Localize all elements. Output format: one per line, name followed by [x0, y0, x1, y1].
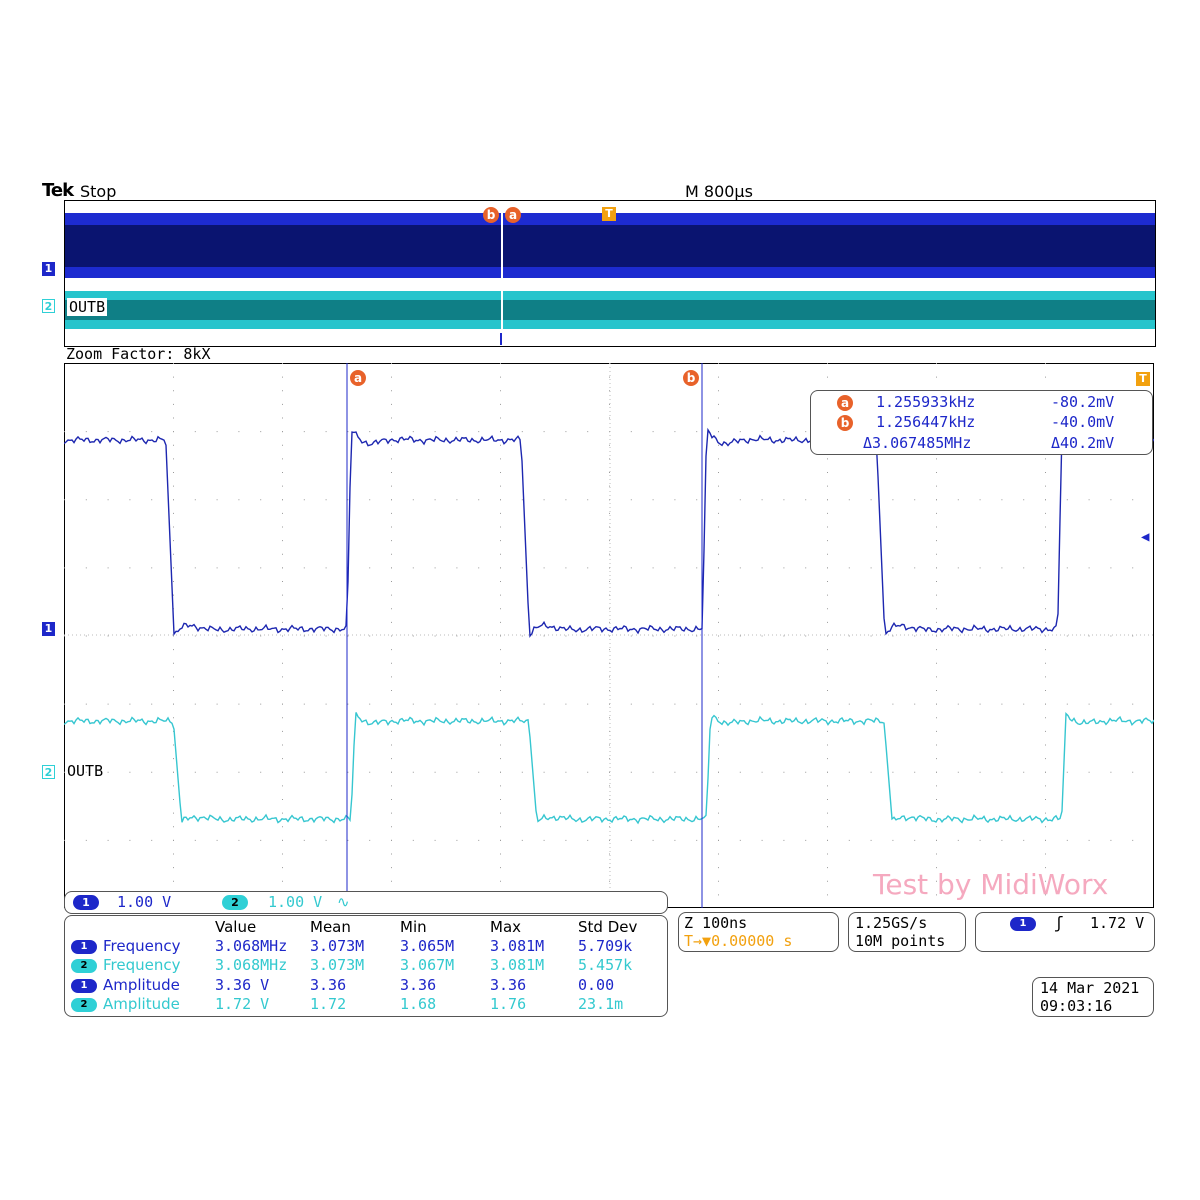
overview-ch1-band-core — [65, 225, 1155, 267]
date-label: 14 Mar 2021 — [1040, 979, 1140, 997]
header-std-dev: Std Dev — [578, 918, 638, 936]
cursor-b-icon[interactable]: b — [683, 370, 699, 386]
measurement-mean: 1.72 — [310, 995, 347, 1013]
overview-ch2-label: OUTB — [67, 298, 108, 316]
main-timebase: M 800µs — [685, 182, 753, 201]
measurement-source-badge: 1 — [71, 979, 97, 993]
measurement-value: 1.72 V — [215, 995, 270, 1013]
cursor-delta-freq: Δ3.067485MHz — [863, 434, 972, 452]
measurement-value: 3.068MHz — [215, 956, 288, 974]
cursor-b-freq: 1.256447kHz — [876, 413, 976, 431]
measurement-min: 1.68 — [400, 995, 437, 1013]
trigger-level: 1.72 V — [1090, 914, 1145, 932]
cursor-readout-panel: a 1.255933kHz -80.2mV b 1.256447kHz -40.… — [810, 390, 1153, 455]
overview-ch2-marker-icon[interactable]: 2 — [42, 299, 55, 313]
measurement-header-row: Value Mean Min Max Std Dev — [65, 918, 669, 938]
measurement-mean: 3.36 — [310, 976, 347, 994]
overview-ch1-marker-icon[interactable]: 1 — [42, 262, 55, 276]
measurement-row[interactable]: 1 Amplitude 3.36 V 3.36 3.36 3.36 0.00 — [65, 976, 669, 996]
trigger-panel[interactable]: 1 ʃ 1.72 V — [975, 912, 1155, 952]
measurement-max: 3.081M — [490, 956, 545, 974]
ch2-scale-value[interactable]: 1.00 V — [268, 893, 322, 911]
sample-rate: 1.25GS/s — [855, 914, 928, 932]
cursor-a-volt: -80.2mV — [1051, 393, 1115, 411]
ch1-scale-badge[interactable]: 1 — [73, 895, 99, 910]
overview-trigger-icon[interactable]: T — [602, 207, 616, 221]
measurement-row[interactable]: 2 Amplitude 1.72 V 1.72 1.68 1.76 23.1m — [65, 995, 669, 1015]
zoom-trigger-icon[interactable]: T — [1136, 372, 1150, 386]
zoom-timebase: Z 100ns — [684, 914, 748, 932]
measurement-name: Frequency — [103, 956, 181, 974]
measurement-row[interactable]: 2 Frequency 3.068MHz 3.073M 3.067M 3.081… — [65, 956, 669, 976]
trigger-slope-icon: ʃ — [1054, 913, 1064, 932]
measurement-name: Frequency — [103, 937, 181, 955]
zoom-factor-label: Zoom Factor: 8kX — [66, 345, 211, 363]
ch2-label: OUTB — [67, 762, 104, 780]
cursor-a-icon[interactable]: a — [350, 370, 366, 386]
trigger-position: T→▼0.00000 s — [684, 932, 793, 950]
measurement-std: 23.1m — [578, 995, 624, 1013]
measurement-max: 3.081M — [490, 937, 545, 955]
ch2-ground-marker-icon[interactable]: 2 — [42, 765, 55, 779]
ch2-scale-badge[interactable]: 2 — [222, 895, 248, 910]
overview-cursor-a-icon[interactable]: a — [505, 207, 521, 223]
cursor-delta-volt: Δ40.2mV — [1051, 434, 1115, 452]
header-value: Value — [215, 918, 257, 936]
overview-record[interactable]: OUTB b a T — [64, 200, 1156, 347]
channel-scale-bar[interactable]: 1 1.00 V 2 1.00 V ∿ — [64, 891, 668, 914]
readout-cursor-b-icon: b — [837, 415, 853, 431]
overview-zoom-window[interactable] — [501, 201, 503, 346]
measurement-source-badge: 2 — [71, 959, 97, 973]
brand-label: Tek — [42, 180, 74, 201]
measurement-row[interactable]: 1 Frequency 3.068MHz 3.073M 3.065M 3.081… — [65, 937, 669, 957]
ch2-coupling-icon: ∿ — [337, 893, 350, 911]
trigger-level-arrow-icon[interactable]: ◀ — [1141, 529, 1149, 545]
overview-cursor-b-icon[interactable]: b — [483, 207, 499, 223]
measurement-min: 3.36 — [400, 976, 437, 994]
measurement-std: 5.709k — [578, 937, 633, 955]
ch1-scale-value[interactable]: 1.00 V — [117, 893, 171, 911]
measurement-panel[interactable]: Value Mean Min Max Std Dev 1 Frequency 3… — [64, 915, 668, 1017]
ch1-ground-marker-icon[interactable]: 1 — [42, 622, 55, 636]
measurement-std: 5.457k — [578, 956, 633, 974]
zoom-timebase-panel[interactable]: Z 100ns T→▼0.00000 s — [678, 912, 839, 952]
measurement-name: Amplitude — [103, 976, 180, 994]
watermark-text: Test by MidiWorx — [873, 868, 1109, 901]
readout-cursor-a-icon: a — [837, 395, 853, 411]
measurement-source-badge: 1 — [71, 940, 97, 954]
acquisition-panel[interactable]: 1.25GS/s 10M points — [848, 912, 966, 952]
header-min: Min — [400, 918, 427, 936]
measurement-value: 3.068MHz — [215, 937, 288, 955]
measurement-max: 3.36 — [490, 976, 527, 994]
measurement-min: 3.065M — [400, 937, 455, 955]
measurement-std: 0.00 — [578, 976, 615, 994]
acquisition-state: Stop — [80, 182, 117, 201]
measurement-mean: 3.073M — [310, 956, 365, 974]
trigger-source-badge: 1 — [1010, 917, 1036, 931]
overview-position-tick — [500, 333, 502, 345]
header-max: Max — [490, 918, 522, 936]
record-length: 10M points — [855, 932, 946, 950]
header-mean: Mean — [310, 918, 351, 936]
measurement-source-badge: 2 — [71, 998, 97, 1012]
time-label: 09:03:16 — [1040, 997, 1113, 1015]
measurement-min: 3.067M — [400, 956, 455, 974]
overview-ch2-band-core — [65, 300, 1155, 320]
measurement-mean: 3.073M — [310, 937, 365, 955]
cursor-b-volt: -40.0mV — [1051, 413, 1115, 431]
cursor-a-freq: 1.255933kHz — [876, 393, 976, 411]
datetime-panel: 14 Mar 2021 09:03:16 — [1032, 977, 1154, 1017]
measurement-value: 3.36 V — [215, 976, 270, 994]
measurement-max: 1.76 — [490, 995, 527, 1013]
measurement-name: Amplitude — [103, 995, 180, 1013]
